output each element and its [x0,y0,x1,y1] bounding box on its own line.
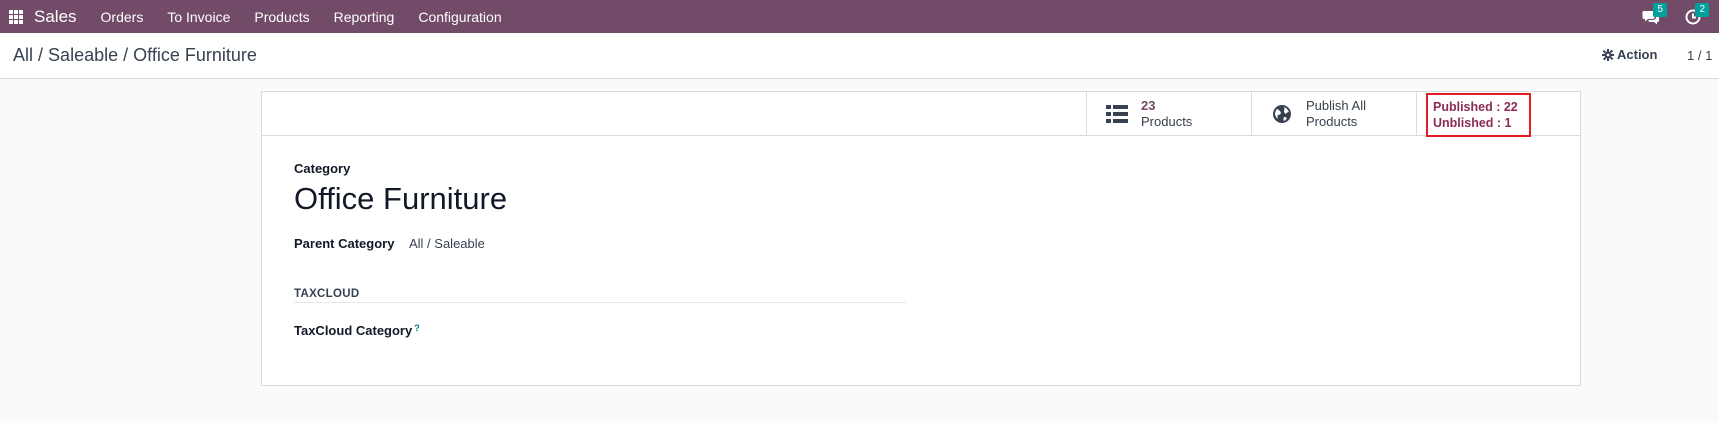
globe-icon [1273,104,1291,123]
action-label: Action [1617,47,1658,62]
parent-category-field[interactable]: All / Saleable [409,236,485,251]
menu-products[interactable]: Products [254,9,309,25]
action-button[interactable]: Action [1602,47,1657,62]
menu-configuration[interactable]: Configuration [418,9,501,25]
taxcloud-category-row: TaxCloud Category? [294,323,420,338]
form-header: Category Office Furniture [294,161,507,217]
breadcrumb-current: Office Furniture [133,45,257,65]
parent-category-label: Parent Category [294,236,395,251]
products-label: Products [1141,113,1193,129]
publish-status-button[interactable]: Published : 22 Unblished : 1 [1416,92,1580,137]
messages-button[interactable]: 5 [1633,0,1669,33]
app-name[interactable]: Sales [34,7,77,27]
apps-grid-icon[interactable] [9,9,23,24]
breadcrumb: All / Saleable / Office Furniture [13,45,257,66]
taxcloud-section-title: TAXCLOUD [294,288,906,303]
publish-line-2: Products [1306,113,1358,129]
products-smart-button[interactable]: 23 Products [1086,92,1251,135]
publish-status-highlight: Published : 22 Unblished : 1 [1426,93,1531,137]
messages-badge: 5 [1653,3,1667,17]
activities-button[interactable]: 2 [1675,0,1711,33]
pager-value[interactable]: 1 / 1 [1687,48,1712,63]
top-navbar: Sales Orders To Invoice Products Reporti… [0,0,1719,33]
breadcrumb-saleable[interactable]: Saleable [48,45,118,65]
parent-category-row: Parent Category All / Saleable [294,236,485,251]
form-sheet: 23 Products Publish All Products Publish… [261,91,1581,386]
breadcrumb-separator: / [123,45,134,65]
publish-line-1: Publish All [1306,97,1366,113]
published-count: Published : 22 [1433,100,1518,114]
gear-icon [1602,48,1614,61]
list-icon [1106,104,1128,123]
control-panel: All / Saleable / Office Furniture Action… [0,33,1719,79]
unpublished-count: Unblished : 1 [1433,116,1512,130]
taxcloud-category-label: TaxCloud Category [294,323,413,338]
activities-badge: 2 [1695,3,1709,17]
menu-orders[interactable]: Orders [101,9,144,25]
smart-button-box: 23 Products Publish All Products Publish… [262,92,1580,137]
breadcrumb-separator: / [38,45,49,65]
category-name-field[interactable]: Office Furniture [294,181,507,217]
menu-to-invoice[interactable]: To Invoice [167,9,230,25]
breadcrumb-all[interactable]: All [13,45,33,65]
menu-reporting[interactable]: Reporting [334,9,395,25]
category-label: Category [294,161,351,176]
publish-all-button[interactable]: Publish All Products [1251,92,1416,135]
products-count: 23 [1141,97,1156,113]
help-tooltip-icon[interactable]: ? [414,323,420,333]
